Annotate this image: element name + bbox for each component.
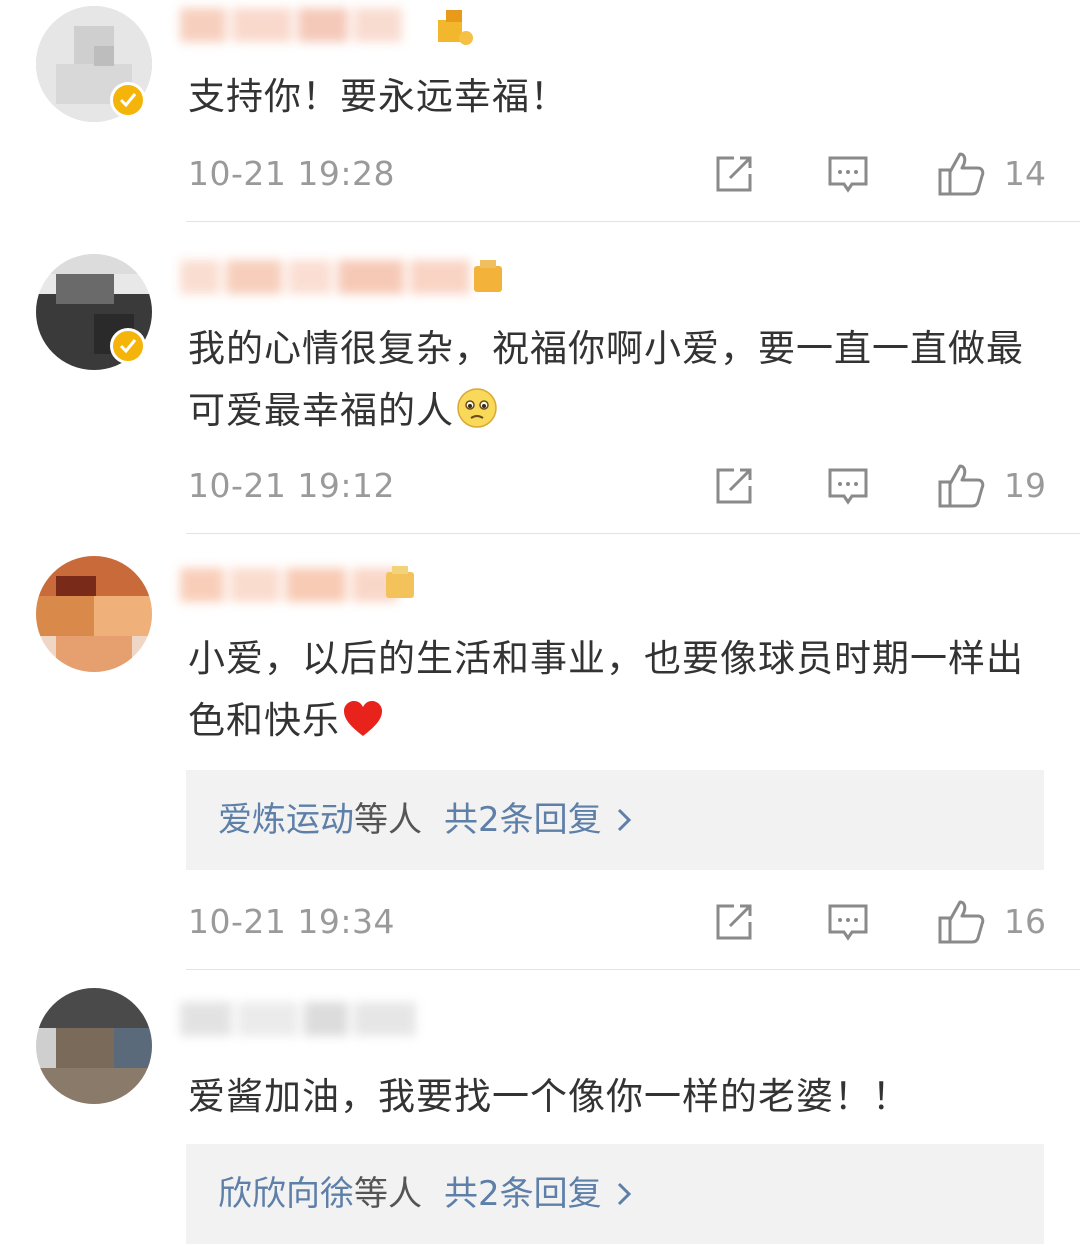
thumbs-up-icon[interactable] [938,462,985,508]
reply-suffix: 等人 [354,800,422,840]
comment-text: 我的心情很复杂，祝福你啊小爱，要一直一直做最可爱最幸福的人 [188,318,1058,448]
share-icon[interactable] [712,464,756,508]
comment-time: 10-21 19:28 [188,154,395,193]
comment-item: 支持你！要永远幸福！ 10-21 19:28 14 [0,0,1080,222]
like-count: 16 [1004,902,1046,941]
red-heart-emoji-icon [342,696,384,758]
reply-count-link[interactable]: 共2条回复 [444,1174,602,1214]
comment-item: 我的心情很复杂，祝福你啊小爱，要一直一直做最可爱最幸福的人 10-21 19:1… [0,250,1080,534]
reply-summary[interactable]: 欣欣向徐等人 共2条回复 [186,1144,1044,1244]
username-blurred[interactable] [180,8,408,48]
chevron-right-icon[interactable] [616,1146,632,1246]
username-blurred[interactable] [180,568,404,608]
reply-suffix: 等人 [354,1174,422,1214]
username-blurred[interactable] [180,1002,422,1042]
comment-icon[interactable] [826,900,870,944]
comment-time: 10-21 19:12 [188,466,395,505]
chevron-right-icon[interactable] [616,772,632,872]
thumbs-up-icon[interactable] [938,150,985,196]
user-level-badge-icon [382,562,420,602]
user-level-badge-icon [436,6,474,46]
reply-user-names[interactable]: 爱炼运动 [218,800,354,840]
reply-summary[interactable]: 爱炼运动等人 共2条回复 [186,770,1044,870]
pleading-face-emoji-icon [456,386,498,448]
comment-item: 小爱，以后的生活和事业，也要像球员时期一样出色和快乐 爱炼运动等人 共2条回复 1… [0,550,1080,970]
comment-time: 10-21 19:34 [188,902,395,941]
avatar[interactable] [36,556,152,672]
comment-text: 支持你！要永远幸福！ [188,75,568,118]
divider [186,221,1080,222]
comment-text-content: 小爱，以后的生活和事业，也要像球员时期一样出色和快乐 [188,637,1024,742]
reply-user-names[interactable]: 欣欣向徐 [218,1174,354,1214]
share-icon[interactable] [712,900,756,944]
comment-icon[interactable] [826,152,870,196]
comment-item: 爱酱加油，我要找一个像你一样的老婆！！ 欣欣向徐等人 共2条回复 [0,984,1080,1244]
verified-badge-icon [110,82,146,118]
username-blurred[interactable] [180,260,476,300]
user-level-badge-icon [470,256,508,296]
like-count: 19 [1004,466,1046,505]
comment-text-content: 我的心情很复杂，祝福你啊小爱，要一直一直做最可爱最幸福的人 [188,327,1024,432]
divider [186,969,1080,970]
share-icon[interactable] [712,152,756,196]
comment-text: 爱酱加油，我要找一个像你一样的老婆！！ [188,1075,910,1118]
divider [186,533,1080,534]
thumbs-up-icon[interactable] [938,898,985,944]
verified-badge-icon [110,328,146,364]
comment-text: 小爱，以后的生活和事业，也要像球员时期一样出色和快乐 [188,628,1058,758]
reply-count-link[interactable]: 共2条回复 [444,800,602,840]
comment-icon[interactable] [826,464,870,508]
avatar[interactable] [36,988,152,1104]
like-count: 14 [1004,154,1046,193]
